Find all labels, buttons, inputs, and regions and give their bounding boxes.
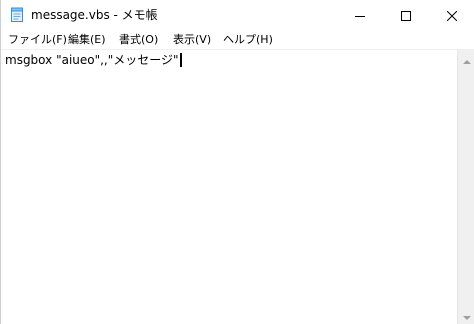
window-title: message.vbs - メモ帳 [31, 8, 158, 22]
close-button[interactable] [429, 0, 474, 30]
scroll-up-button[interactable] [458, 50, 474, 67]
minimize-button[interactable] [337, 0, 383, 30]
menu-format[interactable]: 書式(O) [119, 32, 158, 48]
title-bar[interactable]: message.vbs - メモ帳 [1, 0, 474, 30]
notepad-window: message.vbs - メモ帳 ファイル(F) 編集(E) 書式(O) 表示… [0, 0, 474, 324]
editor-text: msgbox "aiueo",,"メッセージ" [5, 53, 179, 67]
menu-edit[interactable]: 編集(E) [68, 32, 106, 48]
minimize-icon [355, 6, 365, 25]
maximize-icon [401, 6, 411, 25]
editor-line: msgbox "aiueo",,"メッセージ" [5, 52, 182, 68]
text-editor[interactable]: msgbox "aiueo",,"メッセージ" [1, 50, 457, 324]
vertical-scrollbar[interactable] [457, 50, 474, 324]
menu-help[interactable]: ヘルプ(H) [223, 32, 273, 48]
scroll-up-arrow-icon [462, 49, 471, 68]
text-caret [179, 53, 182, 67]
scroll-down-button[interactable] [458, 307, 474, 324]
menu-file[interactable]: ファイル(F) [8, 32, 67, 48]
maximize-button[interactable] [383, 0, 429, 30]
close-icon [446, 6, 458, 25]
scroll-down-arrow-icon [462, 306, 471, 324]
menu-bar: ファイル(F) 編集(E) 書式(O) 表示(V) ヘルプ(H) [1, 30, 474, 50]
notepad-icon [9, 7, 25, 23]
menu-view[interactable]: 表示(V) [173, 32, 211, 48]
